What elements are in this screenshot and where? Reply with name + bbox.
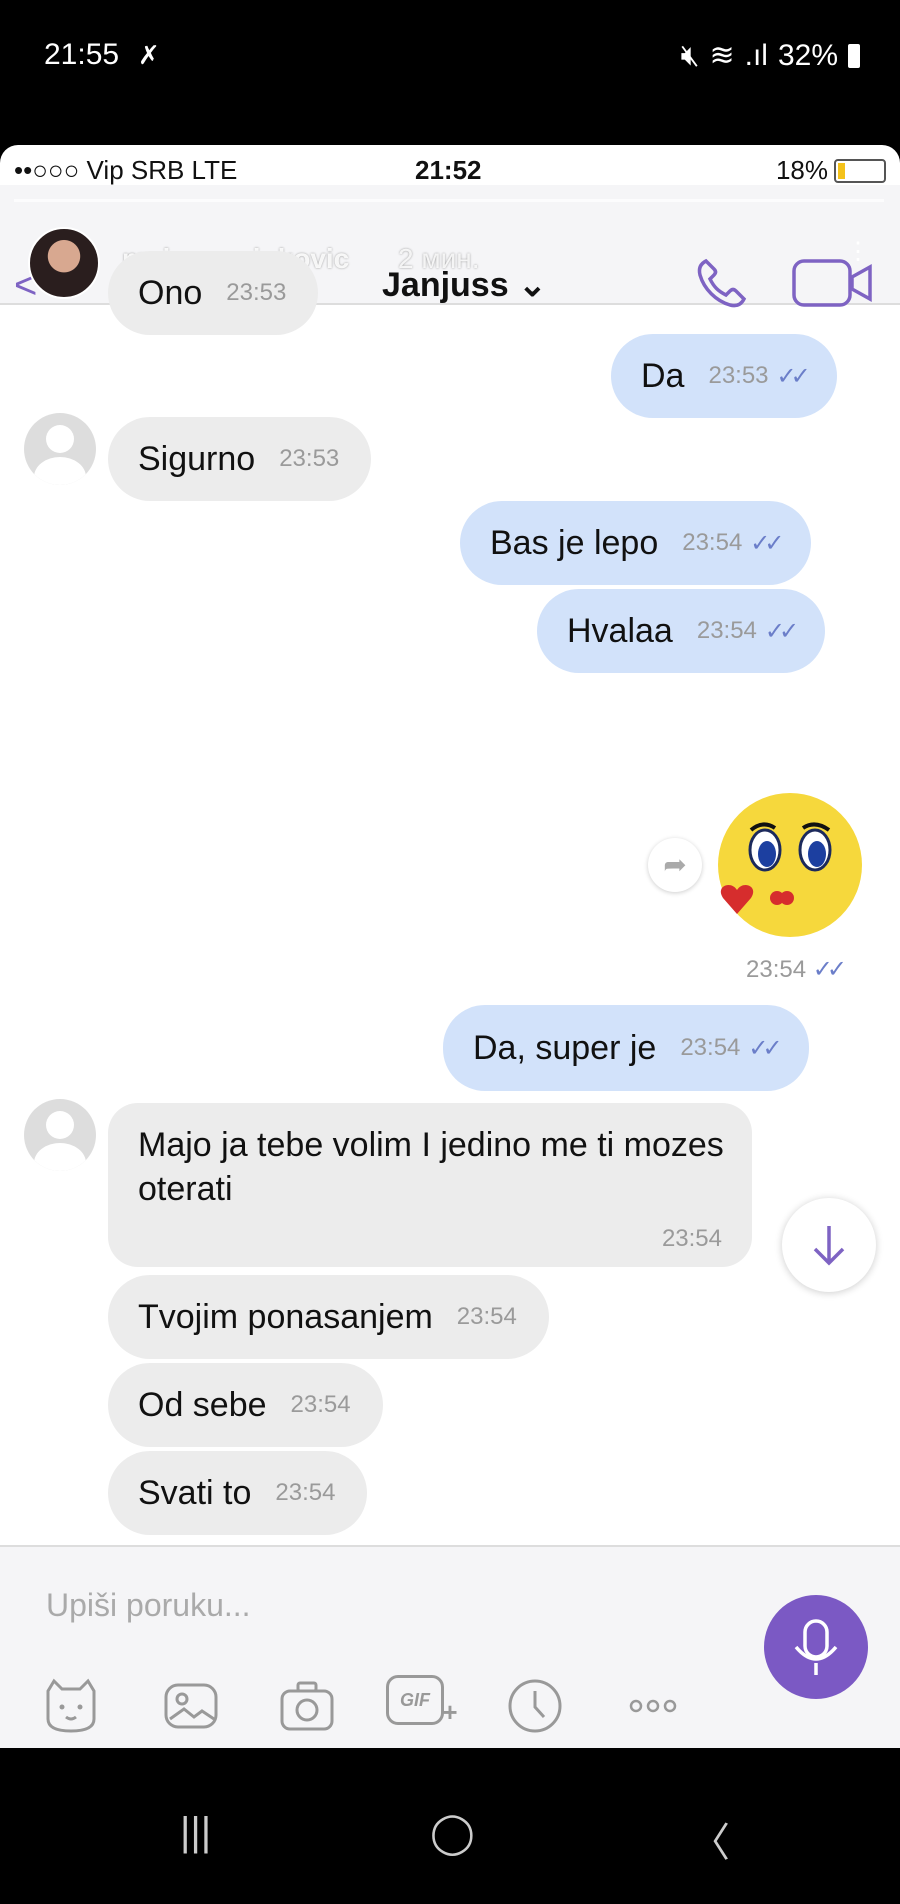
- read-ticks-icon: ✓✓: [776, 362, 811, 390]
- message-bubble-in: Sigurno 23:53: [108, 417, 372, 501]
- kiss-face-sticker[interactable]: [715, 790, 865, 940]
- message-bubble-out: Hvalaa 23:54 ✓✓: [537, 589, 826, 673]
- wifi-icon: ≋: [709, 39, 735, 72]
- android-clock: 21:55: [44, 38, 120, 71]
- composer-bar: Upiši poruku... GIF +: [0, 1545, 900, 1748]
- read-ticks-icon: ✓✓: [750, 529, 784, 557]
- message-bubble-out: Bas je lepo 23:54 ✓✓: [460, 501, 811, 585]
- message-bubble-out: Da, super je 23:54 ✓✓: [443, 1005, 809, 1091]
- story-avatar[interactable]: [28, 227, 100, 299]
- ios-status-bar: ••○○○ Vip SRB LTE 21:52 18%: [0, 145, 900, 185]
- more-icon[interactable]: [622, 1675, 684, 1737]
- message-bubble-in: Ono 23:53: [108, 251, 319, 335]
- read-ticks-icon: ✓✓: [748, 1034, 782, 1062]
- message-bubble-in: Od sebe 23:54: [108, 1363, 383, 1447]
- message-bubble-out: Da 23:53 ✓✓: [611, 334, 837, 418]
- microphone-icon: [794, 1619, 838, 1675]
- android-nav-bar: ||| ◯ 〈: [0, 1748, 900, 1904]
- camera-icon[interactable]: [276, 1675, 338, 1737]
- scroll-down-button[interactable]: [782, 1198, 876, 1292]
- contact-avatar[interactable]: [24, 413, 96, 485]
- home-button[interactable]: ◯: [430, 1810, 475, 1856]
- message-bubble-in: Svati to 23:54: [108, 1451, 368, 1535]
- back-button[interactable]: 〈: [690, 1810, 730, 1868]
- recents-button[interactable]: |||: [180, 1810, 211, 1855]
- ios-clock: 21:52: [415, 155, 482, 185]
- voice-message-button[interactable]: [764, 1595, 868, 1699]
- battery-level: 32%: [777, 38, 838, 72]
- message-bubble-in-long: Majo ja tebe volim I jedino me ti mozes …: [108, 1103, 752, 1267]
- battery-icon: [848, 43, 860, 68]
- signal-icon: .ıl: [744, 38, 768, 72]
- ios-carrier: ••○○○ Vip SRB LTE: [14, 155, 238, 185]
- contact-avatar[interactable]: [24, 1099, 96, 1171]
- share-arrow-icon[interactable]: ➦: [648, 838, 702, 892]
- contact-name[interactable]: Janjuss ⌄: [382, 265, 547, 305]
- missed-call-icon: ✗: [138, 40, 160, 70]
- gallery-icon[interactable]: [160, 1675, 222, 1737]
- android-status-bar: 21:55 ✗ 🔇︎ ≋ .ıl 32%: [0, 0, 900, 145]
- clock-icon[interactable]: [504, 1675, 566, 1737]
- phone-call-icon[interactable]: [692, 253, 752, 313]
- ios-battery-icon: [834, 158, 886, 183]
- ios-battery-group: 18%: [776, 155, 886, 186]
- sticker-timestamp: 23:54 ✓✓: [746, 956, 847, 983]
- sticker-icon[interactable]: [40, 1675, 102, 1737]
- message-bubble-in: Tvojim ponasanjem 23:54: [108, 1275, 549, 1359]
- story-menu-icon[interactable]: ⋮: [846, 237, 870, 266]
- arrow-down-icon: [813, 1226, 845, 1266]
- read-ticks-icon: ✓✓: [764, 617, 799, 645]
- gif-icon: GIF +: [386, 1675, 457, 1727]
- gif-button[interactable]: GIF +: [386, 1675, 457, 1737]
- mute-icon: 🔇︎: [680, 38, 700, 72]
- message-input[interactable]: Upiši poruku...: [46, 1587, 251, 1624]
- ios-battery-level: 18%: [775, 155, 828, 185]
- story-progress-bar: [14, 199, 884, 202]
- android-status-right: 🔇︎ ≋ .ıl 32%: [681, 38, 860, 73]
- story-screenshot: ••○○○ Vip SRB LTE 21:52 18% < majaamarin…: [0, 145, 900, 1748]
